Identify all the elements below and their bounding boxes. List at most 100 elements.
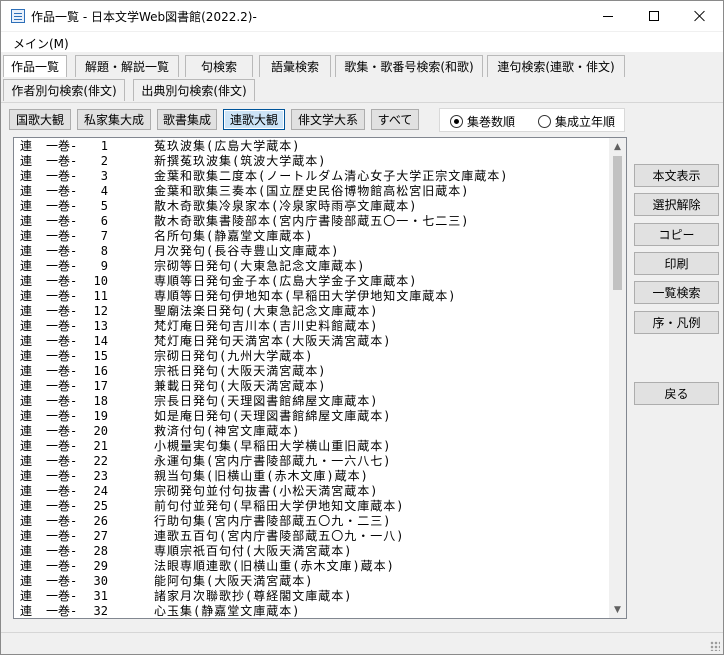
list-item[interactable]: 連一巻- 7 名所句集(静嘉堂文庫蔵本) [16,229,608,244]
works-list: 連一巻- 1 菟玖波集(広島大学蔵本) 連一巻- 2 新撰菟玖波集(筑波大学蔵本) 連一巻-… [16,139,608,617]
list-item-title: 散木奇歌集冷泉家本(冷泉家時雨亭文庫蔵本) [154,199,418,213]
list-item[interactable]: 連一巻- 31 諸家月次聯歌抄(尊経閣文庫蔵本) [16,589,608,604]
list-item-title: 専順宗祇百句付(大阪天満宮蔵本) [154,544,353,558]
list-item-category: 連 [20,544,33,558]
list-item-title: 聖廟法楽日発句(大東急記念文庫蔵本) [154,304,379,318]
list-item-title: 新撰菟玖波集(筑波大学蔵本) [154,154,327,168]
list-item-number: 6 [100,214,108,228]
list-item-number: 16 [93,364,108,378]
tab-works-list[interactable]: 作品一覧 [3,55,67,77]
list-item[interactable]: 連一巻- 19 如是庵日発句(天理図書館綿屋文庫蔵本) [16,409,608,424]
sort-radio-volume-order[interactable]: 集巻数順 [450,113,515,130]
tab-phrase-search[interactable]: 句検索 [185,55,253,77]
list-item[interactable]: 連一巻- 17 兼載日発句(大阪天満宮蔵本) [16,379,608,394]
list-item-title: 諸家月次聯歌抄(尊経閣文庫蔵本) [154,589,353,603]
list-item[interactable]: 連一巻- 6 散木奇歌集書陵部本(宮内庁書陵部蔵五〇一・七二三) [16,214,608,229]
list-item-title: 宗砌発句並付句抜書(小松天満宮蔵本) [154,484,379,498]
list-item[interactable]: 連一巻- 32 心玉集(静嘉堂文庫蔵本) [16,604,608,617]
list-item-volume: 一巻- [46,544,78,558]
list-item[interactable]: 連一巻- 1 菟玖波集(広島大学蔵本) [16,139,608,154]
list-item-title: 法眼専順連歌(旧横山重(赤木文庫)蔵本) [154,559,395,573]
list-item-title: 如是庵日発句(天理図書館綿屋文庫蔵本) [154,409,392,423]
list-item-number: 20 [93,424,108,438]
tab-poem-number-search[interactable]: 歌集・歌番号検索(和歌) [335,55,483,77]
tab-source-phrase-search[interactable]: 出典別句検索(俳文) [133,79,255,101]
list-item[interactable]: 連一巻- 20 救済付句(神宮文庫蔵本) [16,424,608,439]
preface-button[interactable]: 序・凡例 [634,311,719,334]
list-item[interactable]: 連一巻- 11 専順等日発句伊地知本(早稲田大学伊地知文庫蔵本) [16,289,608,304]
list-item-title: 宗砌日発句(九州大学蔵本) [154,349,314,363]
list-item[interactable]: 連一巻- 8 月次発句(長谷寺豊山文庫蔵本) [16,244,608,259]
list-scrollbar[interactable]: ▲ ▼ [609,138,626,618]
list-item[interactable]: 連一巻- 3 金葉和歌集二度本(ノートルダム清心女子大学正宗文庫蔵本) [16,169,608,184]
list-item-title: 親当句集(旧横山重(赤木文庫)蔵本) [154,469,369,483]
collection-button-haibungaku-taikei[interactable]: 俳文学大系 [291,109,365,130]
list-item-volume: 一巻- [46,409,78,423]
list-item-title: 名所句集(静嘉堂文庫蔵本) [154,229,314,243]
list-search-button[interactable]: 一覧検索 [634,281,719,304]
list-item[interactable]: 連一巻- 9 宗砌等日発句(大東急記念文庫蔵本) [16,259,608,274]
list-item[interactable]: 連一巻- 4 金葉和歌集三奏本(国立歴史民俗博物館高松宮旧蔵本) [16,184,608,199]
radio-checked-icon [450,115,463,128]
scroll-up-icon[interactable]: ▲ [609,138,626,155]
collection-button-kokka-taikan[interactable]: 国歌大観 [9,109,71,130]
sort-radio-year-order[interactable]: 集成立年順 [538,113,615,130]
list-item[interactable]: 連一巻- 24 宗砌発句並付句抜書(小松天満宮蔵本) [16,484,608,499]
minimize-button[interactable] [585,1,631,31]
collection-button-all[interactable]: すべて [371,109,419,130]
collection-button-shikashu-taisei[interactable]: 私家集大成 [77,109,151,130]
scroll-thumb[interactable] [613,156,622,290]
list-item-category: 連 [20,289,33,303]
list-item[interactable]: 連一巻- 14 梵灯庵日発句天満宮本(大阪天満宮蔵本) [16,334,608,349]
copy-button[interactable]: コピー [634,223,719,246]
list-item-volume: 一巻- [46,529,78,543]
list-item[interactable]: 連一巻- 26 行助句集(宮内庁書陵部蔵五〇九・二三) [16,514,608,529]
list-item-title: 月次発句(長谷寺豊山文庫蔵本) [154,244,340,258]
list-item-category: 連 [20,199,33,213]
list-item[interactable]: 連一巻- 10 専順等日発句金子本(広島大学金子文庫蔵本) [16,274,608,289]
radio-unchecked-icon [538,115,551,128]
list-item-category: 連 [20,589,33,603]
tab-author-phrase-search[interactable]: 作者別句検索(俳文) [3,79,125,101]
list-item-category: 連 [20,154,33,168]
list-item-volume: 一巻- [46,289,78,303]
maximize-icon [649,11,659,21]
close-button[interactable] [677,1,723,31]
maximize-button[interactable] [631,1,677,31]
list-item[interactable]: 連一巻- 27 連歌五百句(宮内庁書陵部蔵五〇九・一八) [16,529,608,544]
list-item[interactable]: 連一巻- 29 法眼専順連歌(旧横山重(赤木文庫)蔵本) [16,559,608,574]
list-item[interactable]: 連一巻- 28 専順宗祇百句付(大阪天満宮蔵本) [16,544,608,559]
list-item-number: 14 [93,334,108,348]
list-item-title: 小槻量実句集(早稲田大学横山重旧蔵本) [154,439,392,453]
list-item[interactable]: 連一巻- 23 親当句集(旧横山重(赤木文庫)蔵本) [16,469,608,484]
tab-linked-verse-search[interactable]: 連句検索(連歌・俳文) [487,55,625,77]
tab-commentary-list[interactable]: 解題・解説一覧 [75,55,179,77]
menu-main[interactable]: メイン(M) [13,35,69,52]
list-item[interactable]: 連一巻- 15 宗砌日発句(九州大学蔵本) [16,349,608,364]
list-item[interactable]: 連一巻- 18 宗長日発句(天理図書館綿屋文庫蔵本) [16,394,608,409]
back-button[interactable]: 戻る [634,382,719,405]
tab-vocabulary-search[interactable]: 語彙検索 [259,55,331,77]
close-icon [694,10,706,22]
list-item-volume: 一巻- [46,304,78,318]
scroll-down-icon[interactable]: ▼ [609,601,626,618]
list-item[interactable]: 連一巻- 25 前句付並発句(早稲田大学伊地知文庫蔵本) [16,499,608,514]
collection-button-renga-taikan[interactable]: 連歌大観 [223,109,285,130]
list-item[interactable]: 連一巻- 21 小槻量実句集(早稲田大学横山重旧蔵本) [16,439,608,454]
collection-button-kasho-shusei[interactable]: 歌書集成 [157,109,217,130]
list-item[interactable]: 連一巻- 5 散木奇歌集冷泉家本(冷泉家時雨亭文庫蔵本) [16,199,608,214]
list-item[interactable]: 連一巻- 16 宗祇日発句(大阪天満宮蔵本) [16,364,608,379]
print-button[interactable]: 印刷 [634,252,719,275]
list-item[interactable]: 連一巻- 2 新撰菟玖波集(筑波大学蔵本) [16,154,608,169]
list-item[interactable]: 連一巻- 12 聖廟法楽日発句(大東急記念文庫蔵本) [16,304,608,319]
list-item-volume: 一巻- [46,589,78,603]
list-item[interactable]: 連一巻- 22 永運句集(宮内庁書陵部蔵九・一六八七) [16,454,608,469]
list-item[interactable]: 連一巻- 13 梵灯庵日発句吉川本(吉川史料館蔵本) [16,319,608,334]
resize-grip-icon[interactable] [710,641,720,651]
show-text-button[interactable]: 本文表示 [634,164,719,187]
title-bar: 作品一覧 - 日本文学Web図書館(2022.2)- [1,1,723,31]
list-item[interactable]: 連一巻- 30 能阿句集(大阪天満宮蔵本) [16,574,608,589]
clear-selection-button[interactable]: 選択解除 [634,193,719,216]
works-listbox[interactable]: 連一巻- 1 菟玖波集(広島大学蔵本) 連一巻- 2 新撰菟玖波集(筑波大学蔵本) 連一巻-… [13,137,627,619]
list-item-title: 散木奇歌集書陵部本(宮内庁書陵部蔵五〇一・七二三) [154,214,470,228]
